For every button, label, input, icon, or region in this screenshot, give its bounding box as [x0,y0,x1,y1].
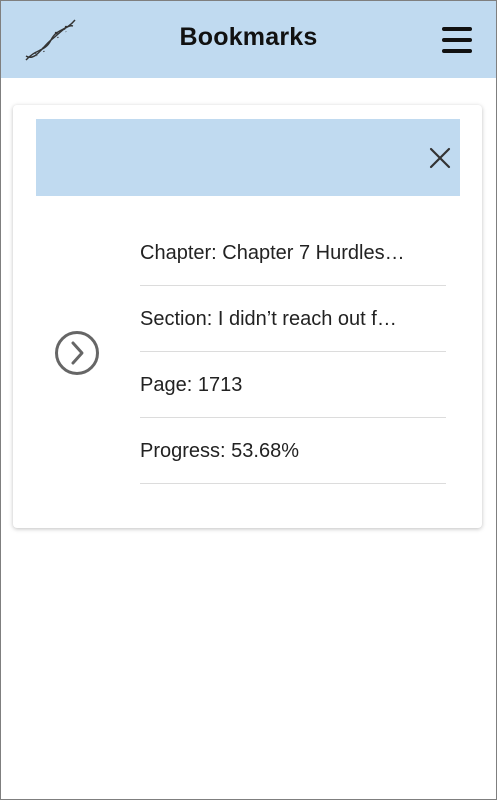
chevron-right-circle-icon[interactable] [54,330,100,376]
menu-bar [442,49,472,53]
progress-value: 53.68% [231,440,299,462]
close-icon[interactable] [428,146,452,170]
section-value: I didn’t reach out f… [217,308,397,330]
page-value: 1713 [197,374,243,396]
bookmark-details: Chapter: Chapter 7 Hurdles… Section: I d… [140,220,446,484]
menu-bar [442,27,472,31]
menu-bar [442,38,472,42]
page-label: Page: [140,374,198,396]
progress-label: Progress: [140,440,232,462]
page-row: Page: 1713 [140,352,446,418]
bookmark-card: Chapter: Chapter 7 Hurdles… Section: I d… [13,105,482,528]
bookmark-card-header [36,119,460,196]
chapter-value: Chapter 7 Hurdles… [222,242,405,264]
page-title: Bookmarks [179,23,318,51]
section-row: Section: I didn’t reach out f… [140,286,446,352]
progress-row: Progress: 53.68% [140,418,446,484]
section-label: Section: [140,308,218,330]
app-header: Bookmarks [1,1,496,78]
menu-button[interactable] [439,23,475,57]
chapter-label: Chapter: [140,242,223,264]
chapter-row: Chapter: Chapter 7 Hurdles… [140,220,446,286]
